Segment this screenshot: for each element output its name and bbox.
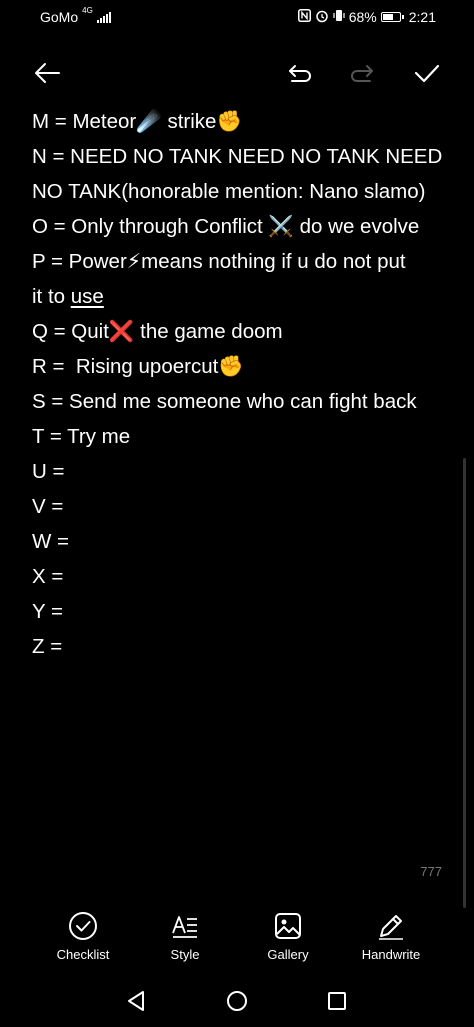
clock: 2:21 — [408, 9, 436, 25]
note-line: W = — [32, 530, 70, 553]
square-recents-icon — [328, 992, 346, 1010]
nfc-icon — [297, 9, 311, 25]
undo-button[interactable] — [278, 50, 322, 96]
gallery-button[interactable]: Gallery — [238, 910, 338, 962]
note-line: O = Only through Conflict ⚔️ do we evolv… — [32, 215, 420, 238]
note-line: R = Rising upoercut✊ — [32, 355, 244, 378]
arrow-left-icon — [35, 63, 60, 83]
checklist-icon — [67, 910, 99, 942]
nav-back-button[interactable] — [121, 988, 151, 1014]
nav-recents-button[interactable] — [322, 988, 352, 1014]
character-count: 777 — [420, 864, 442, 879]
signal-icon — [96, 11, 111, 23]
redo-button[interactable] — [340, 50, 384, 96]
battery-icon — [380, 12, 404, 22]
save-button[interactable] — [405, 50, 449, 96]
note-line: U = — [32, 460, 65, 483]
note-body[interactable]: M = Meteor☄️ strike✊ N = NEED NO TANK NE… — [32, 104, 452, 664]
note-line-text: it to — [32, 285, 71, 308]
redo-icon — [351, 65, 373, 82]
handwrite-icon — [375, 910, 407, 942]
underlined-word: use — [70, 285, 104, 308]
note-line: Y = — [32, 600, 63, 623]
note-line: Z = — [32, 635, 63, 658]
bottom-toolbar: Checklist Style Gallery Handwrite — [0, 910, 474, 970]
note-line: NO TANK(honorable mention: Nano slamo) — [32, 180, 426, 203]
handwrite-button[interactable]: Handwrite — [341, 910, 441, 962]
note-line: S = Send me someone who can fight back — [32, 390, 417, 413]
gallery-label: Gallery — [267, 947, 309, 962]
note-line: X = — [32, 565, 64, 588]
undo-icon — [289, 65, 311, 82]
network-type: 4G — [82, 6, 93, 15]
editor-toolbar — [0, 50, 474, 96]
note-line: V = — [32, 495, 64, 518]
alarm-icon — [315, 9, 329, 26]
battery-percent: 68% — [348, 9, 377, 25]
style-icon — [169, 910, 201, 942]
handwrite-label: Handwrite — [361, 947, 421, 962]
status-right: 68% 2:21 — [297, 9, 436, 26]
vibrate-icon — [333, 9, 345, 25]
status-bar: GoMo 4G 68% 2:21 — [0, 0, 474, 34]
nav-home-button[interactable] — [222, 988, 252, 1014]
gallery-icon — [272, 910, 304, 942]
style-button[interactable]: Style — [135, 910, 235, 962]
note-line: T = Try me — [32, 425, 131, 448]
note-line: P = Power⚡means nothing if u do not put — [32, 250, 406, 273]
back-button[interactable] — [25, 50, 69, 96]
note-line: Q = Quit❌ the game doom — [32, 320, 283, 343]
checklist-label: Checklist — [56, 947, 110, 962]
note-line: N = NEED NO TANK NEED NO TANK NEED — [32, 145, 443, 168]
note-line: it to use — [32, 279, 452, 314]
status-left: GoMo 4G — [40, 6, 111, 25]
checklist-button[interactable]: Checklist — [33, 910, 133, 962]
check-icon — [414, 64, 440, 83]
circle-home-icon — [227, 991, 247, 1011]
system-navigation-bar — [0, 980, 474, 1020]
style-label: Style — [170, 947, 200, 962]
triangle-back-icon — [128, 991, 144, 1011]
carrier-name: GoMo — [40, 9, 79, 25]
note-line: M = Meteor☄️ strike✊ — [32, 110, 242, 133]
scrollbar[interactable] — [463, 458, 466, 908]
